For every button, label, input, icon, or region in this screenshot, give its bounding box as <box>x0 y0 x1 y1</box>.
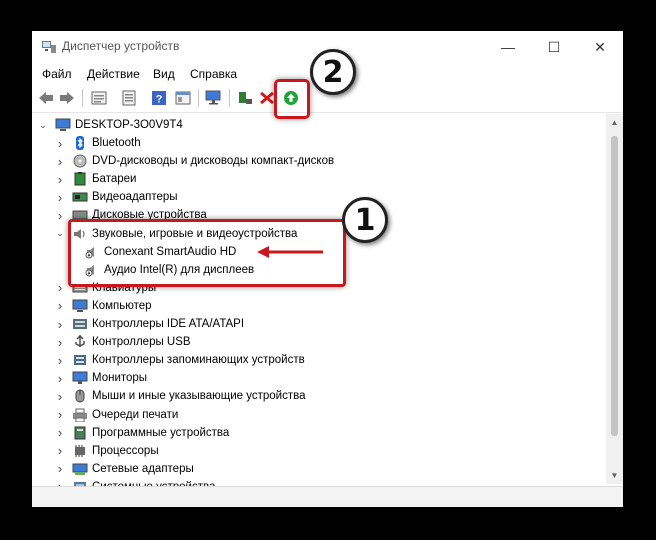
monitor-icon <box>72 371 88 385</box>
step-badge-1: 1 <box>342 197 388 243</box>
processor-icon <box>75 444 85 457</box>
chevron-right-icon[interactable]: › <box>54 425 66 440</box>
chevron-right-icon[interactable]: › <box>54 353 66 368</box>
toolbar-separator <box>229 89 230 107</box>
tree-item-label: Мыши и иные указывающие устройства <box>92 390 306 403</box>
tree-category[interactable]: › Сетевые адаптеры <box>54 460 194 478</box>
scroll-down-icon[interactable]: ▼ <box>606 467 623 484</box>
update-driver-icon[interactable] <box>236 90 254 106</box>
menu-view[interactable]: Вид <box>153 67 175 81</box>
arrow-annotation <box>257 246 323 258</box>
chevron-down-icon[interactable]: ⌄ <box>54 228 66 239</box>
chevron-right-icon[interactable]: › <box>54 208 66 223</box>
computer-icon <box>55 118 71 131</box>
ide-controller-icon <box>73 319 87 329</box>
tree-category[interactable]: › Bluetooth <box>54 134 141 152</box>
tree-item-label: Контроллеры USB <box>92 336 191 349</box>
tree-root-label: DESKTOP-3O0V9T4 <box>75 119 183 131</box>
tree-item-label: Мониторы <box>92 372 148 385</box>
printer-icon <box>73 408 87 422</box>
display-adapter-icon <box>72 192 88 202</box>
chevron-right-icon[interactable]: › <box>54 136 66 151</box>
device-tree: ⌄ DESKTOP-3O0V9T4 › Bluetooth › DVD-дисково… <box>32 114 605 494</box>
scan-icon[interactable] <box>205 90 223 106</box>
toolbar-separator <box>82 89 83 107</box>
svg-text:?: ? <box>156 94 163 106</box>
chevron-right-icon[interactable]: › <box>54 371 66 386</box>
tree-item-label: Контроллеры запоминающих устройств <box>92 354 305 367</box>
device-manager-app-icon <box>42 41 56 53</box>
step-badge-2: 2 <box>310 49 356 95</box>
chevron-right-icon[interactable]: › <box>54 389 66 404</box>
close-button[interactable]: ✕ <box>577 31 623 63</box>
maximize-icon: ☐ <box>547 38 561 55</box>
chevron-right-icon[interactable]: › <box>54 280 66 295</box>
mouse-icon <box>75 389 85 403</box>
status-bar <box>32 486 623 507</box>
chevron-right-icon[interactable]: › <box>54 335 66 350</box>
back-icon[interactable] <box>37 90 55 106</box>
console-icon[interactable] <box>174 90 192 106</box>
menu-file[interactable]: Файл <box>42 67 72 81</box>
tree-category[interactable]: › Контроллеры IDE ATA/ATAPI <box>54 315 244 333</box>
tree-item-label: Bluetooth <box>92 137 141 149</box>
tree-category[interactable]: › Мыши и иные указывающие устройства <box>54 387 306 405</box>
tree-item-label: DVD-дисководы и дисководы компакт-дисков <box>92 155 335 168</box>
tree-category[interactable]: › DVD-дисководы и дисководы компакт-диско… <box>54 152 334 170</box>
chevron-right-icon[interactable]: › <box>54 317 66 332</box>
minimize-icon: — <box>501 39 515 55</box>
minimize-button[interactable]: — <box>485 31 531 63</box>
tree-item-label: Сетевые адаптеры <box>92 462 194 475</box>
scrollbar-thumb[interactable] <box>611 136 618 436</box>
tree-category[interactable]: › Очереди печати <box>54 406 178 424</box>
menu-help[interactable]: Справка <box>190 67 237 81</box>
highlight-enable-button <box>274 79 310 119</box>
battery-icon <box>74 172 86 186</box>
tree-item-label: Компьютер <box>92 299 152 312</box>
tree-category[interactable]: › Видеоадаптеры <box>54 188 178 206</box>
chevron-down-icon[interactable]: ⌄ <box>37 120 49 131</box>
window-title: Диспетчер устройств <box>62 39 180 53</box>
hide-icon[interactable] <box>120 90 138 106</box>
tree-category[interactable]: › Программные устройства <box>54 424 229 442</box>
tree-item-label: Контроллеры IDE ATA/ATAPI <box>92 318 245 330</box>
chevron-right-icon[interactable]: › <box>54 154 66 169</box>
network-adapter-icon <box>72 463 88 475</box>
properties-icon[interactable] <box>90 90 108 106</box>
bluetooth-icon <box>76 136 84 150</box>
storage-controller-icon <box>74 355 86 366</box>
tree-item-label: Батареи <box>92 173 137 186</box>
tree-root[interactable]: ⌄ DESKTOP-3O0V9T4 <box>37 116 183 134</box>
help-icon[interactable]: ? <box>150 90 168 106</box>
tree-item-label: Программные устройства <box>92 426 230 439</box>
tree-category[interactable]: › Контроллеры запоминающих устройств <box>54 351 305 369</box>
tree-item-label: Видеоадаптеры <box>92 191 178 204</box>
maximize-button[interactable]: ☐ <box>531 31 577 63</box>
tree-category[interactable]: › Компьютер <box>54 297 152 315</box>
chevron-right-icon[interactable]: › <box>54 407 66 422</box>
chevron-right-icon[interactable]: › <box>54 298 66 313</box>
forward-icon[interactable] <box>58 90 76 106</box>
chevron-right-icon[interactable]: › <box>54 190 66 205</box>
tree-category[interactable]: › Мониторы <box>54 369 147 387</box>
dvd-icon <box>73 154 87 168</box>
software-device-icon <box>74 426 86 440</box>
computer-icon <box>72 299 88 312</box>
toolbar-separator <box>198 89 199 107</box>
tree-category[interactable]: › Батареи <box>54 170 137 188</box>
tree-item-label: Очереди печати <box>92 408 179 421</box>
usb-icon <box>75 335 85 348</box>
close-icon: ✕ <box>594 38 606 55</box>
tree-category[interactable]: › Процессоры <box>54 442 159 460</box>
chevron-right-icon[interactable]: › <box>54 172 66 187</box>
scroll-up-icon[interactable]: ▲ <box>606 114 623 131</box>
menu-action[interactable]: Действие <box>87 67 140 81</box>
chevron-right-icon[interactable]: › <box>54 443 66 458</box>
tree-item-label: Процессоры <box>92 444 159 457</box>
tree-category[interactable]: › Контроллеры USB <box>54 333 191 351</box>
vertical-scrollbar[interactable]: ▲ ▼ <box>606 114 623 484</box>
chevron-right-icon[interactable]: › <box>54 461 66 476</box>
